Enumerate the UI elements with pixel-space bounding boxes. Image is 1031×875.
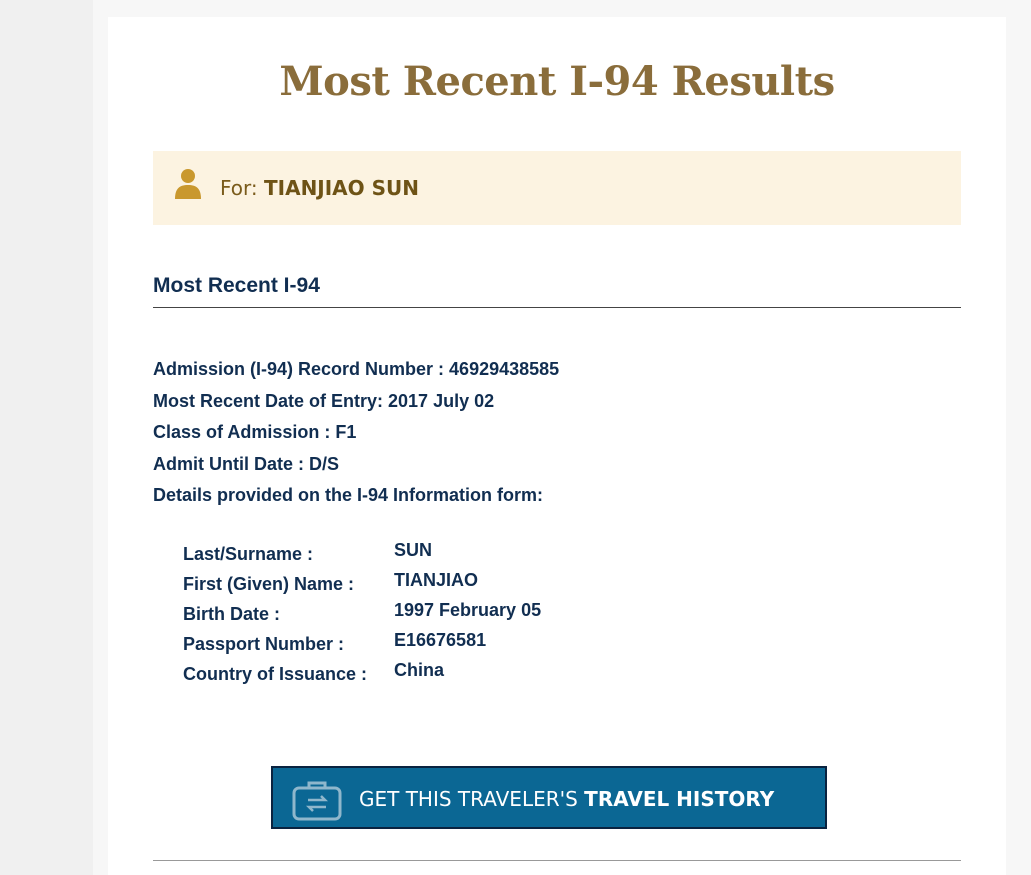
travel-history-label: GET THIS TRAVELER'S TRAVEL HISTORY xyxy=(359,787,774,811)
section-heading: Most Recent I-94 xyxy=(153,274,320,297)
detail-value: E16676581 xyxy=(394,630,487,650)
admit-until-line: Admit Until Date : D/S xyxy=(153,453,340,474)
detail-label: Last/Surname : xyxy=(183,544,314,564)
traveler-name: TIANJIAO SUN xyxy=(264,176,420,200)
traveler-banner: For: TIANJIAO SUN xyxy=(153,151,961,225)
for-label: For: xyxy=(220,176,258,200)
travel-history-prefix: GET THIS TRAVELER'S xyxy=(359,787,585,811)
travel-history-button[interactable]: GET THIS TRAVELER'S TRAVEL HISTORY xyxy=(271,766,827,829)
details-intro-line: Details provided on the I-94 Information… xyxy=(153,485,544,505)
detail-value: 1997 February 05 xyxy=(394,600,542,620)
section-divider xyxy=(153,307,961,308)
briefcase-icon xyxy=(292,779,342,821)
detail-label: Country of Issuance : xyxy=(183,664,368,684)
person-icon xyxy=(173,168,203,200)
record-info: Admission (I-94) Record Number : 4692943… xyxy=(153,357,559,515)
bottom-divider xyxy=(153,860,961,861)
traveler-name-line: For: TIANJIAO SUN xyxy=(220,176,419,200)
detail-value: SUN xyxy=(394,540,433,560)
class-of-admission-line: Class of Admission : F1 xyxy=(153,422,357,442)
detail-value: China xyxy=(394,660,445,680)
detail-label: Passport Number : xyxy=(183,634,345,654)
record-number-line: Admission (I-94) Record Number : 4692943… xyxy=(153,359,560,379)
detail-label: Birth Date : xyxy=(183,604,281,624)
detail-value: TIANJIAO xyxy=(394,570,479,590)
entry-date-line: Most Recent Date of Entry: 2017 July 02 xyxy=(153,390,495,411)
travel-history-strong: TRAVEL HISTORY xyxy=(584,787,775,811)
detail-label: First (Given) Name : xyxy=(183,574,355,594)
page-title: Most Recent I-94 Results xyxy=(279,58,835,105)
